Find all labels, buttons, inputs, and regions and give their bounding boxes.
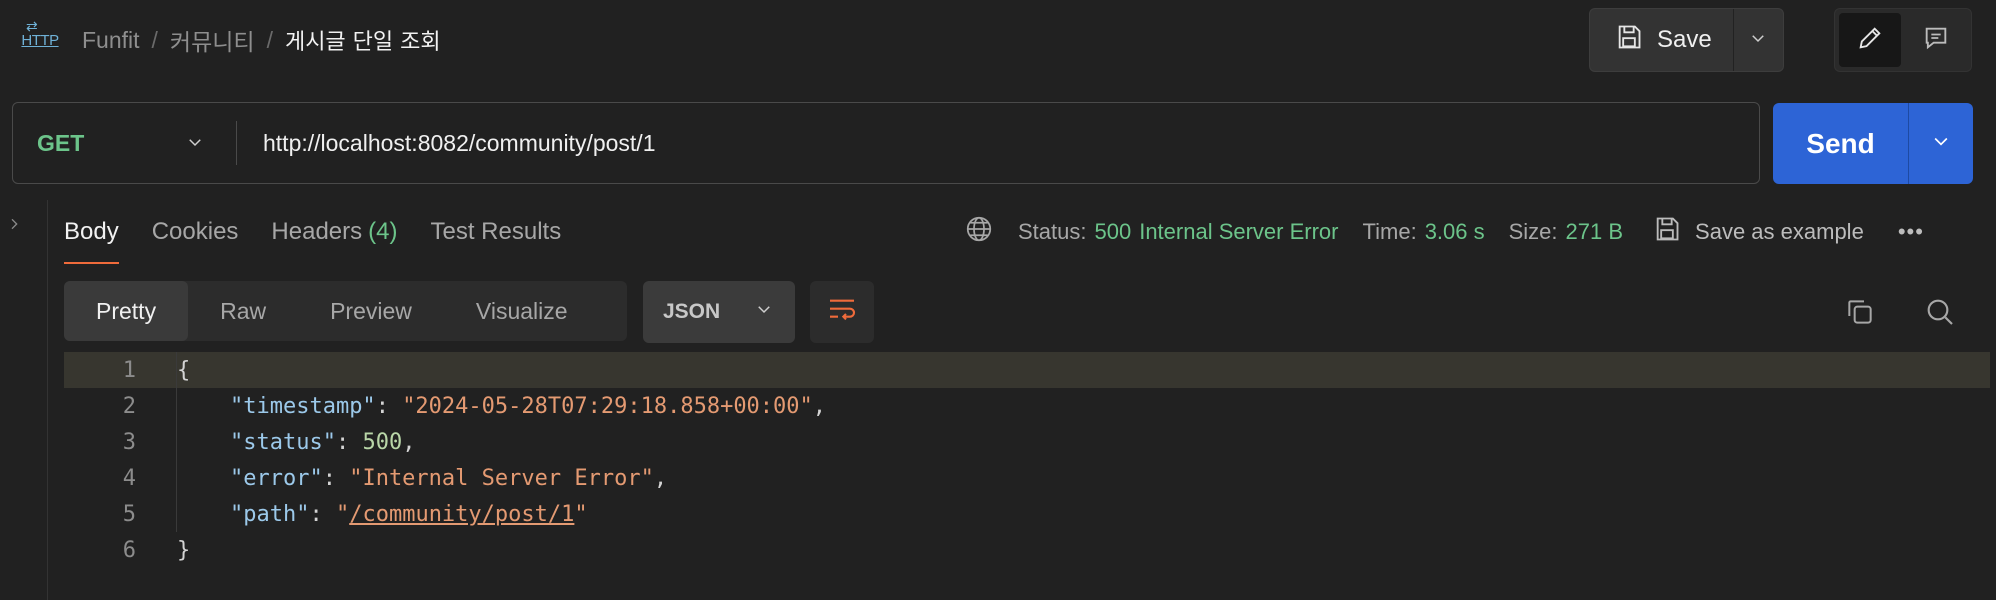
globe-icon[interactable] <box>964 214 994 250</box>
code-line: 2 "timestamp": "2024-05-28T07:29:18.858+… <box>64 388 1990 424</box>
code-line: 6 } <box>64 532 1990 568</box>
save-button-group: Save <box>1589 8 1784 72</box>
more-options-icon[interactable]: ••• <box>1898 219 1924 245</box>
line-number: 1 <box>122 357 136 383</box>
mode-visualize[interactable]: Visualize <box>444 281 600 341</box>
method-label: GET <box>37 129 85 156</box>
code-line: 1 { <box>64 352 1990 388</box>
tab-cookies[interactable]: Cookies <box>152 200 239 264</box>
send-options-dropdown[interactable] <box>1909 103 1973 184</box>
time-label: Time: <box>1362 219 1417 244</box>
collapsed-sidebar <box>0 200 48 600</box>
line-number: 4 <box>122 465 136 491</box>
send-button[interactable]: Send <box>1773 103 1909 184</box>
status-label: Status: <box>1018 219 1087 244</box>
code-text: } <box>177 537 191 563</box>
size-label: Size: <box>1508 219 1558 244</box>
language-select[interactable]: JSON <box>643 281 795 343</box>
header: ⇄ HTTP Funfit / 커뮤니티 / 게시글 단일 조회 Save <box>0 0 1996 80</box>
tab-body[interactable]: Body <box>64 200 119 264</box>
mode-preview[interactable]: Preview <box>298 281 444 341</box>
save-icon <box>1653 215 1681 249</box>
save-label: Save <box>1657 26 1712 53</box>
breadcrumb-collection[interactable]: 커뮤니티 <box>170 23 255 57</box>
code-text: "status": 500, <box>229 429 416 455</box>
line-number: 5 <box>122 501 136 527</box>
tab-headers-label: Headers <box>271 218 363 245</box>
code-line: 4 "error": "Internal Server Error", <box>64 460 1990 496</box>
chevron-down-icon <box>755 300 773 324</box>
mode-raw[interactable]: Raw <box>188 281 298 341</box>
code-line: 5 "path": "/community/post/1" <box>64 496 1990 532</box>
url-input[interactable] <box>237 103 1759 183</box>
search-icon[interactable] <box>1924 296 1956 333</box>
wrap-lines-button[interactable] <box>810 281 874 343</box>
line-number: 6 <box>122 537 136 563</box>
http-request-icon: ⇄ HTTP <box>21 18 59 49</box>
headers-count: (4) <box>368 218 398 245</box>
chevron-right-icon[interactable] <box>6 216 22 237</box>
chevron-down-icon <box>1749 29 1767 52</box>
chevron-down-icon <box>186 130 204 157</box>
edit-mode-button[interactable] <box>1839 13 1901 67</box>
code-text: "error": "Internal Server Error", <box>229 465 668 491</box>
size-value[interactable]: 271 B <box>1566 219 1624 245</box>
code-line: 3 "status": 500, <box>64 424 1990 460</box>
code-text: { <box>177 357 191 383</box>
language-label: JSON <box>663 300 721 323</box>
request-title[interactable]: 게시글 단일 조회 <box>285 24 441 56</box>
line-number: 3 <box>122 429 136 455</box>
tab-test-results[interactable]: Test Results <box>430 200 561 264</box>
request-url-bar: GET <box>12 102 1760 184</box>
response-body[interactable]: 1 { 2 "timestamp": "2024-05-28T07:29:18.… <box>64 352 1990 592</box>
wrap-lines-icon <box>826 294 858 331</box>
path-link[interactable]: /community/post/1 <box>349 502 574 527</box>
save-button[interactable]: Save <box>1590 9 1734 71</box>
mode-toggle <box>1834 8 1972 72</box>
save-options-dropdown[interactable] <box>1734 9 1783 71</box>
send-button-group: Send <box>1773 103 1973 184</box>
breadcrumb-separator: / <box>266 26 273 53</box>
chevron-down-icon <box>1931 131 1951 156</box>
tab-headers[interactable]: Headers (4) <box>271 200 397 264</box>
comment-icon <box>1922 24 1950 57</box>
code-text: "path": "/community/post/1" <box>229 501 588 527</box>
save-icon <box>1615 23 1643 58</box>
response-tabs: Body Cookies Headers (4) Test Results <box>64 200 561 264</box>
save-as-example-label: Save as example <box>1695 219 1864 244</box>
save-as-example-button[interactable]: Save as example <box>1653 215 1864 249</box>
body-view-modes: Pretty Raw Preview Visualize <box>64 281 627 341</box>
breadcrumb-workspace[interactable]: Funfit <box>82 27 140 54</box>
response-meta: Status: 500 Internal Server Error Time: … <box>964 200 1924 264</box>
breadcrumb: Funfit / 커뮤니티 / 게시글 단일 조회 <box>82 22 441 58</box>
pencil-icon <box>1856 24 1884 57</box>
time-value[interactable]: 3.06 s <box>1425 219 1485 245</box>
copy-icon[interactable] <box>1844 296 1876 333</box>
mode-pretty[interactable]: Pretty <box>64 281 189 341</box>
comments-button[interactable] <box>1905 13 1967 67</box>
breadcrumb-separator: / <box>151 26 158 53</box>
method-select[interactable]: GET <box>13 103 236 183</box>
status-text[interactable]: Internal Server Error <box>1139 219 1338 245</box>
line-number: 2 <box>122 393 136 419</box>
code-text: "timestamp": "2024-05-28T07:29:18.858+00… <box>229 393 827 419</box>
status-code[interactable]: 500 <box>1094 219 1131 245</box>
